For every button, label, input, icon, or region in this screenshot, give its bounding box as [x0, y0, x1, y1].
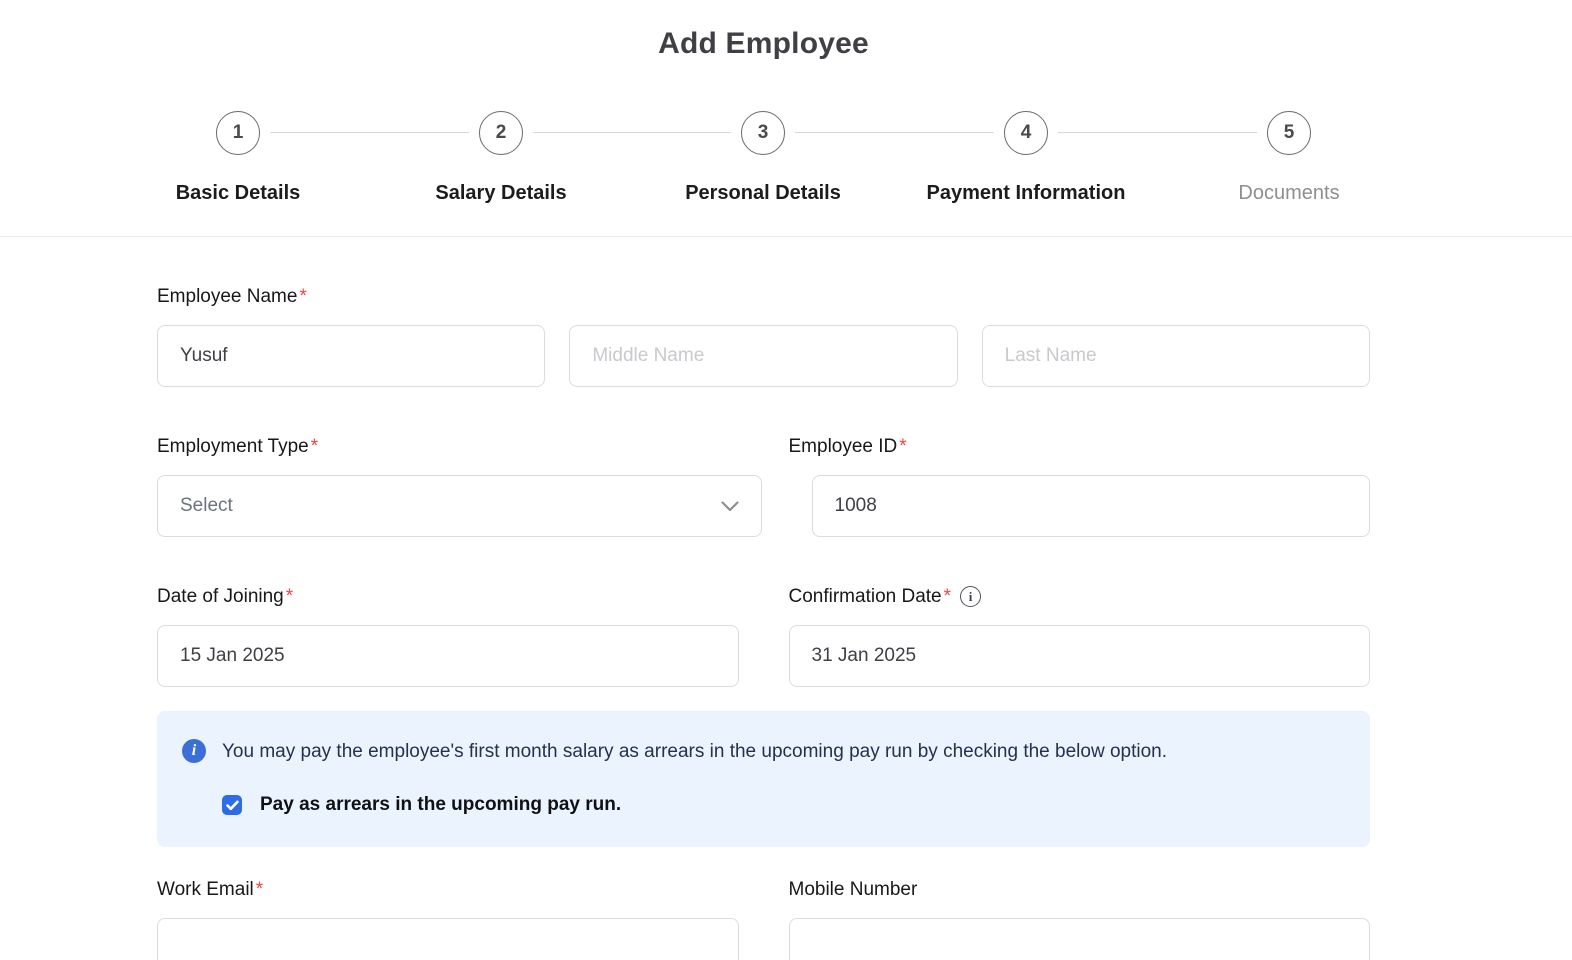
step-label: Basic Details — [175, 182, 301, 204]
arrears-checkbox-row: Pay as arrears in the upcoming pay run. — [222, 794, 1346, 816]
employee-id-label: Employee ID * — [789, 435, 1371, 458]
label-text: Mobile Number — [788, 879, 918, 900]
employment-type-label: Employment Type * — [157, 435, 739, 458]
arrears-checkbox[interactable] — [222, 795, 242, 815]
step-label: Payment Information — [926, 182, 1126, 204]
middle-name-input[interactable] — [569, 325, 958, 387]
info-icon[interactable]: i — [960, 586, 982, 607]
row-inputs — [157, 625, 1370, 687]
wizard-header: Add Employee 1 Basic Details 2 Salary De… — [0, 0, 1572, 237]
label-text: Employee ID — [788, 436, 898, 457]
step-number-circle: 2 — [479, 111, 523, 155]
banner-text: You may pay the employee's first month s… — [222, 741, 1167, 762]
work-email-input[interactable] — [157, 918, 739, 960]
step-number-circle: 1 — [216, 111, 260, 155]
employee-name-row — [157, 325, 1370, 387]
employee-name-label: Employee Name * — [157, 285, 1370, 308]
step-label: Documents — [1238, 182, 1340, 204]
step-number-circle: 5 — [1267, 111, 1311, 155]
employment-type-select[interactable]: Select — [157, 475, 762, 537]
arrears-info-banner: i You may pay the employee's first month… — [157, 711, 1370, 847]
row-labels: Employment Type * Employee ID * — [157, 435, 1370, 458]
step-documents[interactable]: 5 Documents — [1159, 111, 1419, 205]
step-label: Personal Details — [685, 182, 841, 204]
label-text: Date of Joining — [157, 586, 284, 607]
required-asterisk: * — [899, 436, 907, 457]
row-inputs — [157, 918, 1370, 960]
mobile-number-label: Mobile Number — [789, 878, 1371, 901]
label-text: Employee Name — [157, 286, 298, 307]
row-labels: Work Email * Mobile Number — [157, 878, 1370, 901]
arrears-checkbox-label: Pay as arrears in the upcoming pay run. — [260, 794, 622, 815]
required-asterisk: * — [943, 586, 952, 607]
add-employee-form: Employee Name* Employment Type* Employee… — [0, 285, 1370, 960]
select-value: Select — [180, 495, 233, 516]
required-asterisk: * — [299, 286, 307, 307]
row-labels: Date of Joining * Confirmation Date * i — [157, 585, 1370, 608]
info-icon: i — [182, 739, 206, 763]
step-basic-details[interactable]: 1 Basic Details — [108, 111, 368, 205]
date-of-joining-label: Date of Joining * — [157, 585, 739, 608]
confirmation-date-input[interactable] — [788, 625, 1370, 687]
chevron-down-icon — [720, 500, 739, 512]
step-salary-details[interactable]: 2 Salary Details — [371, 111, 631, 205]
confirmation-date-label: Confirmation Date * i — [789, 585, 1371, 608]
step-number-circle: 3 — [741, 111, 785, 155]
step-payment-information[interactable]: 4 Payment Information — [896, 111, 1156, 205]
label-text: Work Email — [157, 879, 254, 900]
last-name-input[interactable] — [981, 325, 1370, 387]
work-email-label: Work Email * — [157, 878, 739, 901]
step-personal-details[interactable]: 3 Personal Details — [633, 111, 893, 205]
step-number-circle: 4 — [1004, 111, 1048, 155]
label-text: Confirmation Date — [788, 586, 942, 607]
first-name-input[interactable] — [157, 325, 546, 387]
row-inputs: Select — [157, 475, 1370, 537]
required-asterisk: * — [285, 586, 294, 607]
employee-id-input[interactable] — [811, 475, 1370, 537]
mobile-number-input[interactable] — [788, 918, 1370, 960]
stepper: 1 Basic Details 2 Salary Details 3 Perso… — [0, 0, 1572, 237]
label-text: Employment Type — [157, 436, 309, 457]
step-label: Salary Details — [435, 182, 567, 204]
required-asterisk: * — [310, 436, 319, 457]
date-of-joining-input[interactable] — [157, 625, 739, 687]
required-asterisk: * — [255, 879, 264, 900]
